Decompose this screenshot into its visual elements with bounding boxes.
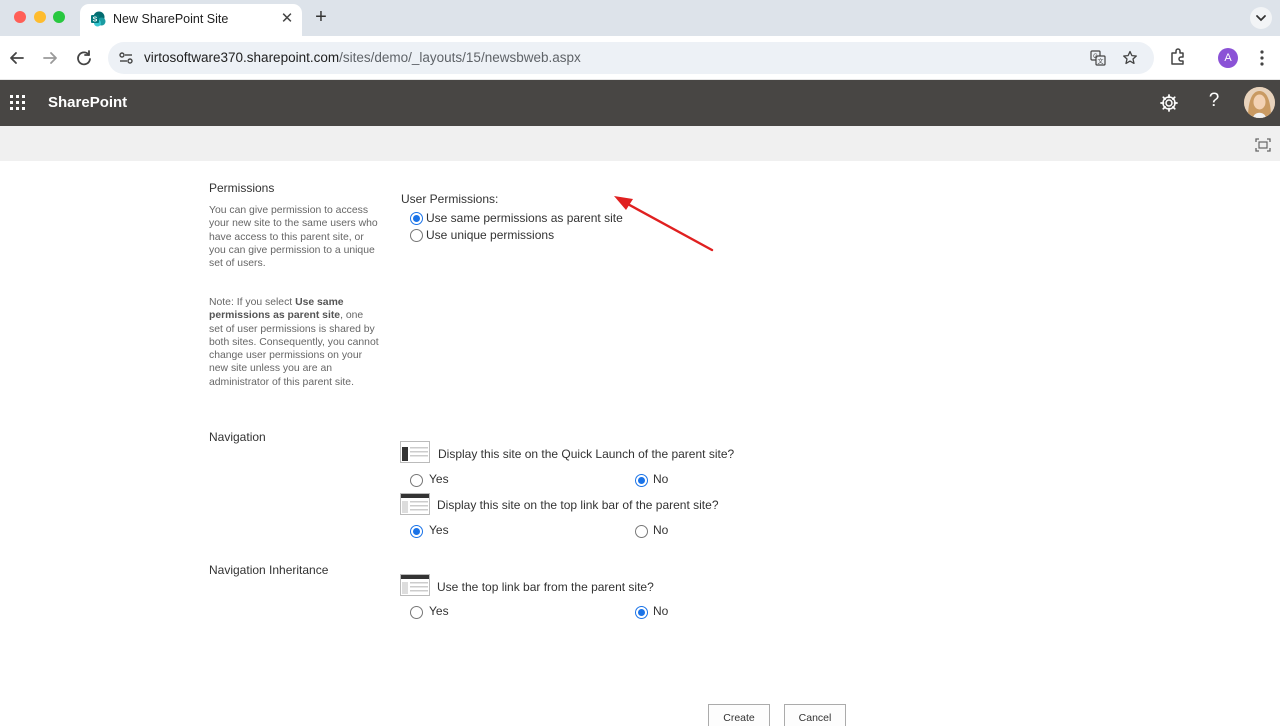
back-arrow-icon[interactable] [6,47,28,69]
site-settings-icon[interactable] [118,50,134,66]
top-link-bar-yes-label[interactable]: Yes [429,523,449,537]
forward-arrow-icon[interactable] [39,47,61,69]
navigation-inheritance-section-title: Navigation Inheritance [209,563,329,577]
sharepoint-suite-bar: SharePoint ? [0,80,1280,126]
inherit-yes-label[interactable]: Yes [429,604,449,618]
tab-close-icon[interactable]: ✕ [278,9,296,29]
browser-toolbar: virtosoftware370.sharepoint.com/sites/de… [0,36,1280,80]
translate-icon[interactable]: G 文 [1090,50,1106,66]
svg-text:文: 文 [1097,58,1103,66]
url-path: /sites/demo/_layouts/15/newsbweb.aspx [339,50,581,65]
top-link-bar-yes-radio[interactable] [410,525,423,538]
user-avatar[interactable] [1244,87,1275,118]
url-host: virtosoftware370.sharepoint.com [144,50,340,65]
profile-avatar[interactable]: A [1218,48,1238,68]
top-link-bar-question: Display this site on the top link bar of… [437,498,719,512]
extensions-puzzle-icon[interactable] [1168,47,1188,67]
browser-menu-icon[interactable] [1254,48,1270,68]
bookmark-star-icon[interactable] [1122,50,1138,66]
sharepoint-brand-link[interactable]: SharePoint [48,94,127,111]
same-permissions-radio[interactable] [410,212,423,225]
inherit-top-link-bar-icon [400,574,430,596]
reload-icon[interactable] [73,47,95,69]
chevron-down-icon [1256,15,1266,22]
minimize-window-button[interactable] [34,11,46,23]
quick-launch-no-label[interactable]: No [653,472,668,486]
quick-launch-yes-label[interactable]: Yes [429,472,449,486]
permissions-description: You can give permission to access your n… [209,205,378,269]
inherit-top-link-bar-question: Use the top link bar from the parent sit… [437,580,654,594]
inherit-no-label[interactable]: No [653,604,668,618]
settings-gear-icon[interactable] [1159,93,1179,113]
unique-permissions-radio[interactable] [410,229,423,242]
permissions-note: Note: If you select Use same permissions… [209,296,379,389]
user-permissions-label: User Permissions: [401,192,499,206]
note-prefix: Note: If you select [209,297,296,308]
focus-on-content-icon[interactable] [1255,138,1271,152]
annotation-arrow-icon [614,196,714,252]
new-tab-button[interactable]: + [312,5,330,29]
user-photo-icon [1244,87,1275,118]
cancel-button[interactable]: Cancel [784,704,846,726]
quick-launch-layout-icon [400,441,430,463]
svg-text:S: S [93,17,98,24]
inherit-no-radio[interactable] [635,606,648,619]
same-permissions-label[interactable]: Use same permissions as parent site [426,211,623,225]
unique-permissions-label[interactable]: Use unique permissions [426,228,554,242]
browser-tab[interactable]: S New SharePoint Site ✕ [80,4,302,36]
top-link-bar-no-label[interactable]: No [653,523,668,537]
quick-launch-question: Display this site on the Quick Launch of… [438,447,735,461]
top-link-bar-no-radio[interactable] [635,525,648,538]
app-launcher-icon[interactable] [10,95,26,111]
top-link-bar-layout-icon [400,493,430,515]
note-suffix: , one set of user permissions is shared … [209,310,379,388]
url-text: virtosoftware370.sharepoint.com/sites/de… [144,50,581,65]
inherit-yes-radio[interactable] [410,606,423,619]
help-button[interactable]: ? [1204,90,1224,112]
quick-launch-no-radio[interactable] [635,474,648,487]
create-button[interactable]: Create [708,704,770,726]
zoom-window-button[interactable] [53,11,65,23]
quick-launch-yes-radio[interactable] [410,474,423,487]
address-bar[interactable]: virtosoftware370.sharepoint.com/sites/de… [108,42,1154,74]
permissions-section-title: Permissions [209,181,275,195]
sharepoint-favicon-icon: S [91,11,106,27]
navigation-section-title: Navigation [209,430,266,444]
tab-title: New SharePoint Site [113,12,229,26]
close-window-button[interactable] [14,11,26,23]
browser-tab-strip: S New SharePoint Site ✕ + [0,0,1280,36]
tab-search-button[interactable] [1250,7,1272,29]
ribbon-bar [0,126,1280,161]
